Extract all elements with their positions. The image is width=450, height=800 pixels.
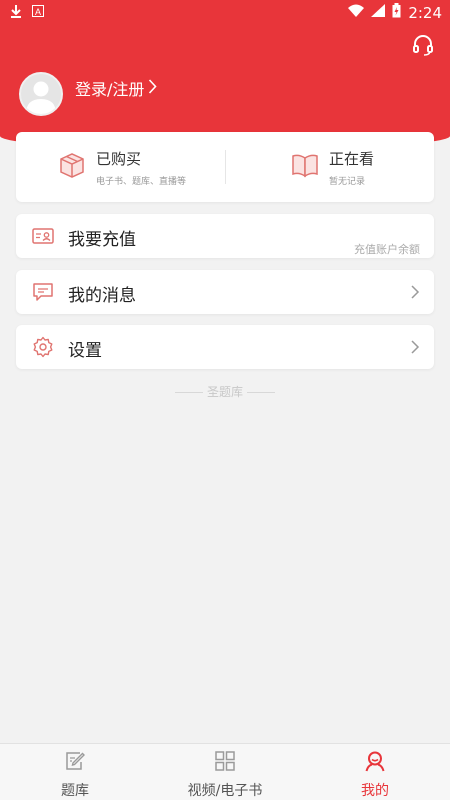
gear-icon: [32, 336, 54, 358]
recharge-hint: 充值账户余额: [354, 243, 420, 256]
recharge-label: 我要充值: [68, 230, 136, 250]
settings-row[interactable]: 设置: [16, 325, 434, 369]
tab-label: 题库: [61, 783, 89, 799]
tab-mine[interactable]: 我的: [300, 744, 450, 800]
status-time: 2:24: [408, 3, 442, 22]
login-label: 登录/注册: [75, 80, 145, 99]
edit-icon: [64, 750, 86, 772]
messages-row[interactable]: 我的消息: [16, 270, 434, 314]
chevron-right-icon: [148, 78, 157, 98]
tab-question-bank[interactable]: 题库: [0, 744, 150, 800]
status-bar: A 2:24: [0, 0, 450, 24]
open-book-icon: [291, 151, 319, 183]
brand-text: 圣题库: [206, 385, 243, 399]
purchased-title: 已购买: [96, 149, 142, 168]
tab-label: 我的: [361, 783, 389, 799]
watching-button[interactable]: 正在看 暂无记录: [291, 132, 374, 202]
grid-icon: [214, 750, 236, 772]
user-icon: [364, 750, 386, 772]
wifi-icon: [348, 4, 365, 21]
app-notification-icon: A: [32, 5, 44, 21]
avatar[interactable]: [19, 72, 63, 116]
divider: [246, 392, 275, 393]
message-icon: [32, 281, 54, 303]
signal-icon: [371, 4, 386, 21]
svg-text:A: A: [35, 7, 41, 17]
purchase-watch-card: 已购买 电子书、题库、直播等 正在看 暂无记录: [16, 132, 434, 202]
bottom-tab-bar: 题库 视频/电子书 我的: [0, 743, 450, 800]
purchased-button[interactable]: 已购买 电子书、题库、直播等: [58, 132, 186, 202]
messages-label: 我的消息: [68, 286, 136, 306]
recharge-row[interactable]: 我要充值 充值账户余额: [16, 214, 434, 258]
id-card-icon: [32, 225, 54, 247]
watching-subtitle: 暂无记录: [329, 176, 366, 187]
settings-label: 设置: [68, 341, 102, 361]
purchased-subtitle: 电子书、题库、直播等: [96, 176, 187, 187]
chevron-right-icon: [410, 284, 420, 300]
box-icon: [58, 151, 86, 183]
divider: [225, 150, 226, 184]
login-register-link[interactable]: 登录/注册: [75, 76, 157, 100]
headset-icon[interactable]: [412, 34, 434, 56]
tab-video-ebook[interactable]: 视频/电子书: [150, 744, 300, 800]
tab-label: 视频/电子书: [187, 783, 263, 799]
download-icon: [10, 4, 22, 22]
chevron-right-icon: [410, 339, 420, 355]
brand-footer: 圣题库: [0, 383, 450, 400]
watching-title: 正在看: [329, 149, 375, 168]
battery-icon: [392, 3, 401, 22]
divider: [175, 392, 204, 393]
